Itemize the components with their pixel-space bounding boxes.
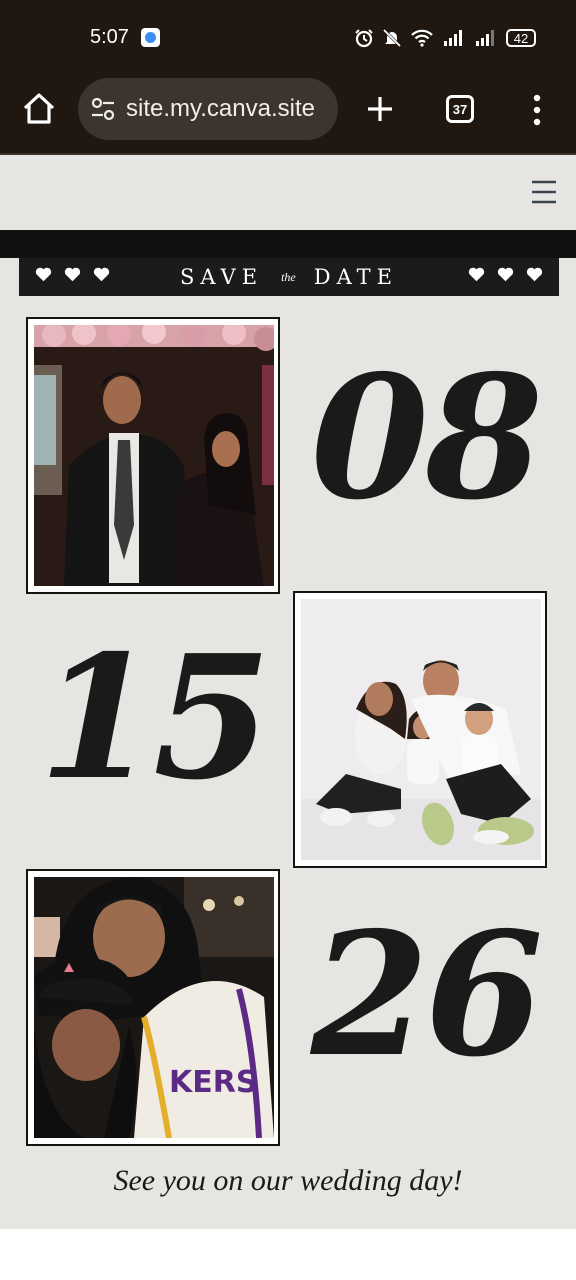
- home-button[interactable]: [20, 90, 58, 128]
- family-photo: [293, 591, 547, 868]
- svg-text:KERS: KERS: [169, 1065, 257, 1100]
- url-text: site.my.canva.site: [126, 95, 315, 122]
- app-notification-icon: [141, 28, 160, 47]
- address-bar[interactable]: site.my.canva.site: [78, 78, 338, 140]
- footer-message: See you on our wedding day!: [113, 1164, 463, 1197]
- banner-title-the: the: [281, 269, 296, 284]
- couple-closeup-image: KERS: [34, 877, 274, 1138]
- family-image: [301, 599, 541, 860]
- couple-party-photo: [26, 317, 280, 594]
- alarm-icon: [355, 29, 373, 48]
- divider-band: [0, 230, 576, 258]
- banner-title-date: DATE: [313, 265, 398, 289]
- date-month: 08: [310, 338, 544, 538]
- heart-icon: [468, 267, 485, 282]
- heart-icon: [497, 267, 514, 282]
- silent-icon: [382, 28, 402, 48]
- more-options-icon[interactable]: [530, 94, 544, 126]
- signal-icon-2: [476, 30, 494, 46]
- page-bottom: [0, 1229, 576, 1280]
- date-year: 26: [310, 895, 544, 1095]
- hamburger-menu-icon[interactable]: [530, 178, 558, 206]
- site-header: [0, 155, 576, 230]
- tab-switcher-button[interactable]: 37: [446, 95, 474, 123]
- status-time: 5:07: [90, 26, 129, 48]
- status-bar: 5:07 42: [0, 0, 576, 76]
- status-icons: 42: [354, 26, 536, 50]
- hearts-right: [468, 266, 543, 288]
- couple-party-image: [34, 325, 274, 586]
- wifi-icon: [411, 29, 433, 47]
- date-day: 15: [38, 618, 272, 818]
- new-tab-button[interactable]: [365, 94, 395, 124]
- heart-icon: [526, 267, 543, 282]
- couple-closeup-photo: KERS: [26, 869, 280, 1146]
- site-settings-icon[interactable]: [90, 96, 116, 122]
- browser-toolbar: site.my.canva.site 37: [0, 76, 576, 155]
- signal-icon: [444, 30, 462, 46]
- battery-icon: 42: [506, 29, 536, 47]
- save-the-date-banner: SAVE the DATE: [19, 258, 559, 296]
- banner-title-save: SAVE: [180, 265, 264, 289]
